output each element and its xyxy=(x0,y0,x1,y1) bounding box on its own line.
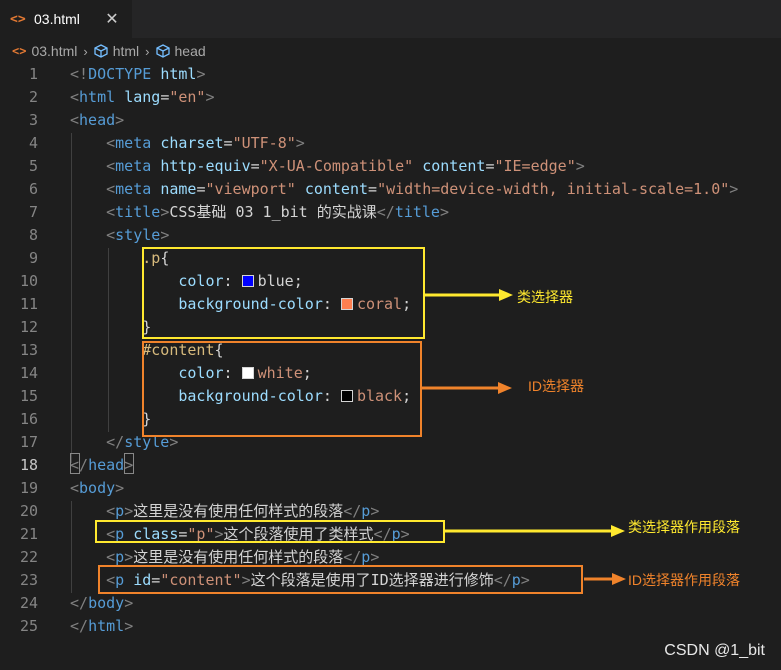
line-number: 5 xyxy=(28,157,38,175)
code-text: <html lang="en"> xyxy=(70,88,215,106)
line-number: 16 xyxy=(19,410,38,428)
arrow-icon xyxy=(425,289,513,301)
chevron-right-icon: › xyxy=(83,43,88,59)
id-rule-highlight xyxy=(142,341,422,437)
breadcrumb-label: html xyxy=(112,43,140,59)
line-number: 21 xyxy=(19,525,38,543)
code-text: } xyxy=(142,410,152,428)
line-number: 4 xyxy=(28,134,38,152)
line-number: 22 xyxy=(19,548,38,566)
line-number: 24 xyxy=(19,594,38,612)
code-line[interactable]: 8 <style> xyxy=(0,224,781,247)
annotation-class-selector: 类选择器 xyxy=(517,289,573,305)
indent-guide xyxy=(71,133,72,463)
code-text: <body> xyxy=(70,479,125,497)
class-rule-highlight xyxy=(142,247,425,339)
line-number: 18 xyxy=(19,456,38,474)
html-file-icon: <> xyxy=(10,11,26,27)
breadcrumb: <> 03.html › html › head xyxy=(0,40,781,62)
watermark: CSDN @1_bit xyxy=(664,642,765,659)
line-number: 9 xyxy=(28,249,38,267)
html-file-icon: <> xyxy=(12,44,27,58)
breadcrumb-head[interactable]: head xyxy=(155,43,206,59)
line-number: 3 xyxy=(28,111,38,129)
indent-guide xyxy=(71,501,72,593)
code-text: <head> xyxy=(70,111,125,129)
breadcrumb-file[interactable]: <> 03.html xyxy=(12,43,77,59)
code-text: <meta name="viewport" content="width=dev… xyxy=(106,180,739,198)
class-paragraph-highlight xyxy=(95,520,445,543)
line-number: 12 xyxy=(19,318,38,336)
bracket-match-highlight xyxy=(124,453,134,474)
bracket-match-highlight xyxy=(70,453,80,474)
arrow-icon xyxy=(422,382,512,394)
breadcrumb-html[interactable]: html xyxy=(94,43,139,59)
code-text: <meta http-equiv="X-UA-Compatible" conte… xyxy=(106,157,585,175)
code-line[interactable]: 5 <meta http-equiv="X-UA-Compatible" con… xyxy=(0,155,781,178)
code-text: </html> xyxy=(70,617,134,635)
annotation-class-paragraph: 类选择器作用段落 xyxy=(628,519,740,535)
code-line[interactable]: 19 <body> xyxy=(0,477,781,500)
code-text: <style> xyxy=(106,226,170,244)
code-text: } xyxy=(142,318,152,336)
line-number: 6 xyxy=(28,180,38,198)
breadcrumb-label: head xyxy=(174,43,206,59)
line-number: 15 xyxy=(19,387,38,405)
element-cube-icon xyxy=(94,44,108,58)
line-number: 2 xyxy=(28,88,38,106)
code-text: <meta charset="UTF-8"> xyxy=(106,134,305,152)
id-paragraph-highlight xyxy=(98,565,583,594)
breadcrumb-label: 03.html xyxy=(31,43,78,59)
code-line[interactable]: 4 <meta charset="UTF-8"> xyxy=(0,132,781,155)
annotation-id-selector: ID选择器 xyxy=(528,378,584,394)
code-text: <title>CSS基础 03 1_bit 的实战课</title> xyxy=(106,203,449,221)
line-number: 19 xyxy=(19,479,38,497)
line-number: 11 xyxy=(19,295,38,313)
arrow-icon xyxy=(584,573,626,585)
arrow-icon xyxy=(445,525,625,537)
indent-guide xyxy=(108,248,109,432)
code-line[interactable]: 7 <title>CSS基础 03 1_bit 的实战课</title> xyxy=(0,201,781,224)
line-number: 10 xyxy=(19,272,38,290)
line-number: 14 xyxy=(19,364,38,382)
element-cube-icon xyxy=(155,44,170,58)
code-line[interactable]: 18 </head> xyxy=(0,454,781,477)
line-number: 8 xyxy=(28,226,38,244)
tab-03-html[interactable]: <> 03.html ✕ xyxy=(0,0,132,38)
code-line[interactable]: 1 <!DOCTYPE html> xyxy=(0,63,781,86)
close-icon[interactable]: ✕ xyxy=(102,9,122,29)
chevron-right-icon: › xyxy=(145,43,150,59)
line-number: 20 xyxy=(19,502,38,520)
line-number: 1 xyxy=(28,65,38,83)
line-number: 7 xyxy=(28,203,38,221)
code-line[interactable]: 25 </html> xyxy=(0,615,781,638)
line-number: 17 xyxy=(19,433,38,451)
code-text: <!DOCTYPE html> xyxy=(70,65,206,83)
tab-bar: <> 03.html ✕ xyxy=(0,0,781,38)
code-line[interactable]: 3 <head> xyxy=(0,109,781,132)
line-number: 23 xyxy=(19,571,38,589)
code-line[interactable]: 6 <meta name="viewport" content="width=d… xyxy=(0,178,781,201)
line-number: 25 xyxy=(19,617,38,635)
tab-label: 03.html xyxy=(34,11,80,27)
line-number: 13 xyxy=(19,341,38,359)
code-line[interactable]: 2 <html lang="en"> xyxy=(0,86,781,109)
code-line[interactable]: 24 </body> xyxy=(0,592,781,615)
code-text: </body> xyxy=(70,594,134,612)
annotation-id-paragraph: ID选择器作用段落 xyxy=(628,572,740,588)
